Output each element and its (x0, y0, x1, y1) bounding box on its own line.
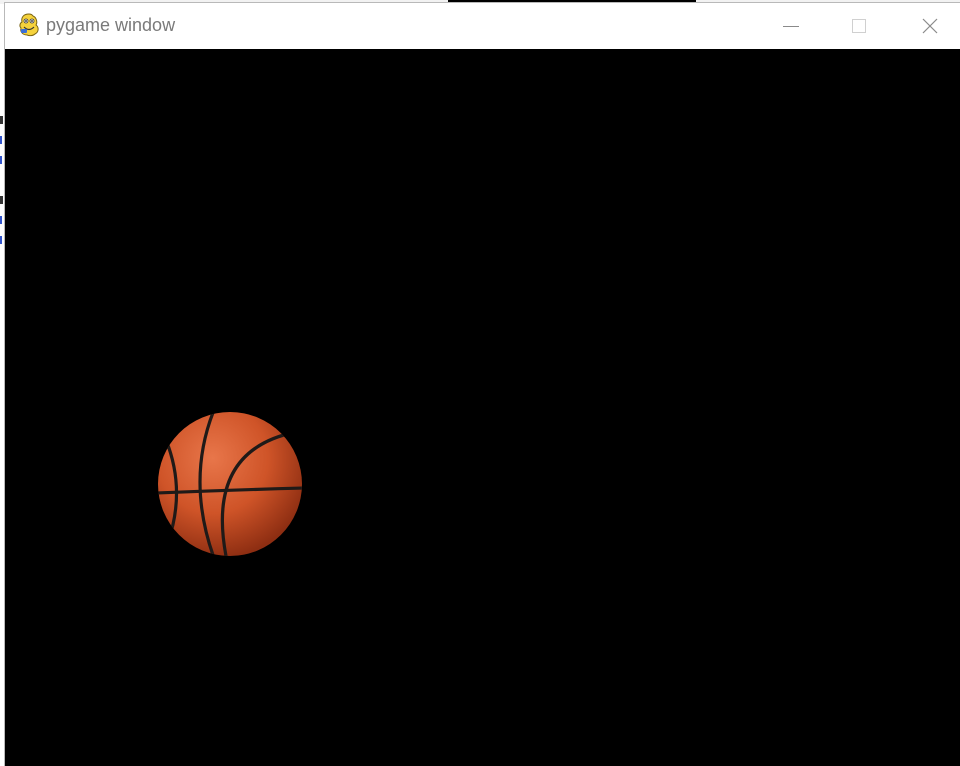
pygame-snake-icon (19, 13, 39, 37)
pygame-window[interactable]: pygame window (4, 2, 960, 766)
maximize-button[interactable] (835, 3, 881, 49)
window-title: pygame window (46, 15, 176, 35)
game-canvas[interactable] (5, 49, 960, 766)
close-button[interactable] (907, 3, 953, 49)
maximize-icon (852, 19, 866, 33)
minimize-button[interactable] (767, 3, 813, 49)
close-icon (922, 18, 938, 34)
title-bar[interactable]: pygame window (5, 3, 960, 49)
basketball-sprite (158, 412, 302, 556)
minimize-icon (783, 26, 799, 27)
